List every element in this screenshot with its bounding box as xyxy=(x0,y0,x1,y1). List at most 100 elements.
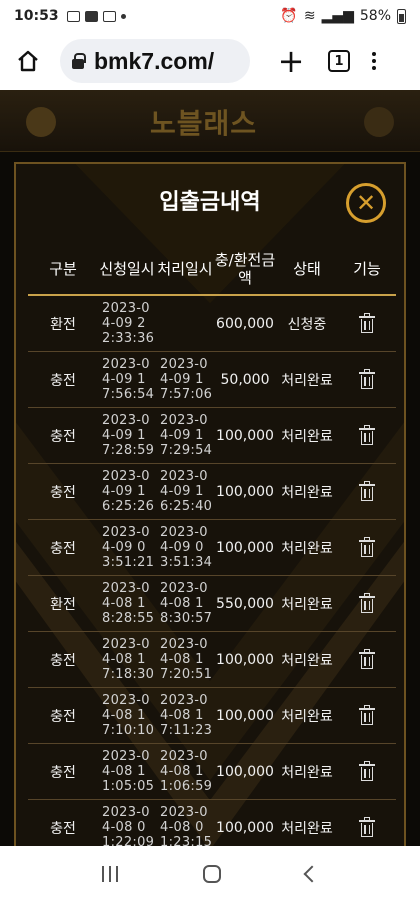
delete-button[interactable] xyxy=(338,368,396,389)
address-bar[interactable]: bmk7.com/ xyxy=(60,39,250,83)
close-button[interactable]: ✕ xyxy=(346,183,386,223)
cell-processed-time: 2023-04-08 17:11:23 xyxy=(160,693,213,738)
trash-icon xyxy=(359,816,375,837)
delete-button[interactable] xyxy=(338,648,396,669)
trash-icon xyxy=(359,424,375,445)
cell-processed-time: 2023-04-09 16:25:40 xyxy=(160,469,213,514)
table-row: 충전 2023-04-09 17:28:59 2023-04-09 17:29:54… xyxy=(28,408,396,464)
header-request-time: 신청일시 xyxy=(99,260,155,278)
battery-icon xyxy=(397,8,406,24)
cell-amount: 100,000 xyxy=(216,427,274,444)
battery-percent: 58% xyxy=(359,8,391,24)
home-icon xyxy=(18,50,38,72)
gallery-icon xyxy=(66,10,80,22)
home-button[interactable] xyxy=(10,43,46,79)
cell-amount: 100,000 xyxy=(216,819,274,836)
cell-request-time: 2023-04-08 01:22:09 xyxy=(102,805,155,850)
new-tab-button[interactable]: + xyxy=(276,45,306,77)
header-action: 기능 xyxy=(353,260,381,278)
status-time: 10:53 xyxy=(14,8,59,24)
browser-menu-button[interactable] xyxy=(372,52,376,70)
tab-switcher-button[interactable]: 1 xyxy=(328,50,350,72)
cell-request-time: 2023-04-09 03:51:21 xyxy=(102,525,155,570)
cell-type: 환전 xyxy=(50,596,76,613)
trash-icon xyxy=(359,704,375,725)
android-nav-bar xyxy=(0,846,420,901)
alarm-icon: ⏰ xyxy=(280,8,298,24)
cell-type: 충전 xyxy=(50,820,76,837)
cell-processed-time: 2023-04-09 17:57:06 xyxy=(160,357,213,402)
cell-request-time: 2023-04-09 16:25:26 xyxy=(102,469,155,514)
cell-type: 충전 xyxy=(50,484,76,501)
signal-icon: ▂▄▆ xyxy=(321,8,354,24)
cell-request-time: 2023-04-09 17:56:54 xyxy=(102,357,155,402)
cell-amount: 100,000 xyxy=(216,707,274,724)
trash-icon xyxy=(359,480,375,501)
table-row: 충전 2023-04-08 11:05:05 2023-04-08 11:06:59… xyxy=(28,744,396,800)
table-row: 충전 2023-04-08 17:10:10 2023-04-08 17:11:23… xyxy=(28,688,396,744)
table-row: 환전 2023-04-08 18:28:55 2023-04-08 18:30:57… xyxy=(28,576,396,632)
trash-icon xyxy=(359,368,375,389)
transaction-history-modal: 입출금내역 ✕ 구분 신청일시 처리일시 충/환전금액 상태 기능 환전 2023… xyxy=(14,162,406,852)
cell-amount: 50,000 xyxy=(220,371,270,388)
cell-request-time: 2023-04-08 18:28:55 xyxy=(102,581,155,626)
cell-status: 처리완료 xyxy=(281,428,333,445)
cell-status: 처리완료 xyxy=(281,820,333,837)
cell-request-time: 2023-04-09 22:33:36 xyxy=(102,301,155,346)
cell-type: 충전 xyxy=(50,652,76,669)
delete-button[interactable] xyxy=(338,592,396,613)
recent-apps-button[interactable] xyxy=(102,865,119,882)
cell-status: 처리완료 xyxy=(281,652,333,669)
table-row: 충전 2023-04-08 17:18:30 2023-04-08 17:20:51… xyxy=(28,632,396,688)
site-logo: 노블래스 xyxy=(150,107,258,140)
cell-processed-time: 2023-04-09 03:51:34 xyxy=(160,525,213,570)
cell-status: 처리완료 xyxy=(281,764,333,781)
lock-icon xyxy=(72,53,86,69)
cell-request-time: 2023-04-09 17:28:59 xyxy=(102,413,155,458)
notification-icons xyxy=(66,10,126,22)
wifi-icon: ≋ xyxy=(303,8,316,24)
table-row: 충전 2023-04-09 16:25:26 2023-04-09 16:25:40… xyxy=(28,464,396,520)
cell-type: 충전 xyxy=(50,372,76,389)
cell-type: 충전 xyxy=(50,708,76,725)
status-right: ⏰ ≋ ▂▄▆ 58% xyxy=(280,8,406,24)
cell-amount: 600,000 xyxy=(216,315,274,332)
cell-status: 신청중 xyxy=(287,316,327,333)
site-header: 노블래스 xyxy=(0,90,420,152)
delete-button[interactable] xyxy=(338,760,396,781)
cell-status: 처리완료 xyxy=(281,484,333,501)
url-text: bmk7.com/ xyxy=(94,47,215,74)
cell-type: 환전 xyxy=(50,316,76,333)
delete-button[interactable] xyxy=(338,424,396,445)
cell-request-time: 2023-04-08 17:10:10 xyxy=(102,693,155,738)
header-type: 구분 xyxy=(49,260,77,278)
table-header: 구분 신청일시 처리일시 충/환전금액 상태 기능 xyxy=(28,244,396,296)
trash-icon xyxy=(359,592,375,613)
delete-button[interactable] xyxy=(338,312,396,333)
delete-button[interactable] xyxy=(338,704,396,725)
cell-amount: 100,000 xyxy=(216,651,274,668)
cell-processed-time: 2023-04-08 11:06:59 xyxy=(160,749,213,794)
back-button[interactable] xyxy=(303,865,321,882)
table-row: 환전 2023-04-09 22:33:36 600,000 신청중 xyxy=(28,296,396,352)
browser-toolbar: bmk7.com/ + 1 xyxy=(0,32,420,90)
cell-request-time: 2023-04-08 17:18:30 xyxy=(102,637,155,682)
cell-processed-time: 2023-04-08 17:20:51 xyxy=(160,637,213,682)
trash-icon xyxy=(359,312,375,333)
transaction-table: 구분 신청일시 처리일시 충/환전금액 상태 기능 환전 2023-04-09 2… xyxy=(28,244,396,850)
table-row: 충전 2023-04-09 03:51:21 2023-04-09 03:51:34… xyxy=(28,520,396,576)
table-row: 충전 2023-04-08 01:22:09 2023-04-08 01:23:15… xyxy=(28,800,396,850)
cell-amount: 550,000 xyxy=(216,595,274,612)
home-nav-button[interactable] xyxy=(202,864,221,883)
site-user-icon xyxy=(364,107,394,137)
delete-button[interactable] xyxy=(338,816,396,837)
cell-status: 처리완료 xyxy=(281,372,333,389)
close-icon: ✕ xyxy=(355,189,377,217)
cell-amount: 100,000 xyxy=(216,763,274,780)
delete-button[interactable] xyxy=(338,536,396,557)
cell-processed-time: 2023-04-09 17:29:54 xyxy=(160,413,213,458)
trash-icon xyxy=(359,648,375,669)
delete-button[interactable] xyxy=(338,480,396,501)
cell-processed-time: 2023-04-08 01:23:15 xyxy=(160,805,213,850)
header-status: 상태 xyxy=(293,260,321,278)
